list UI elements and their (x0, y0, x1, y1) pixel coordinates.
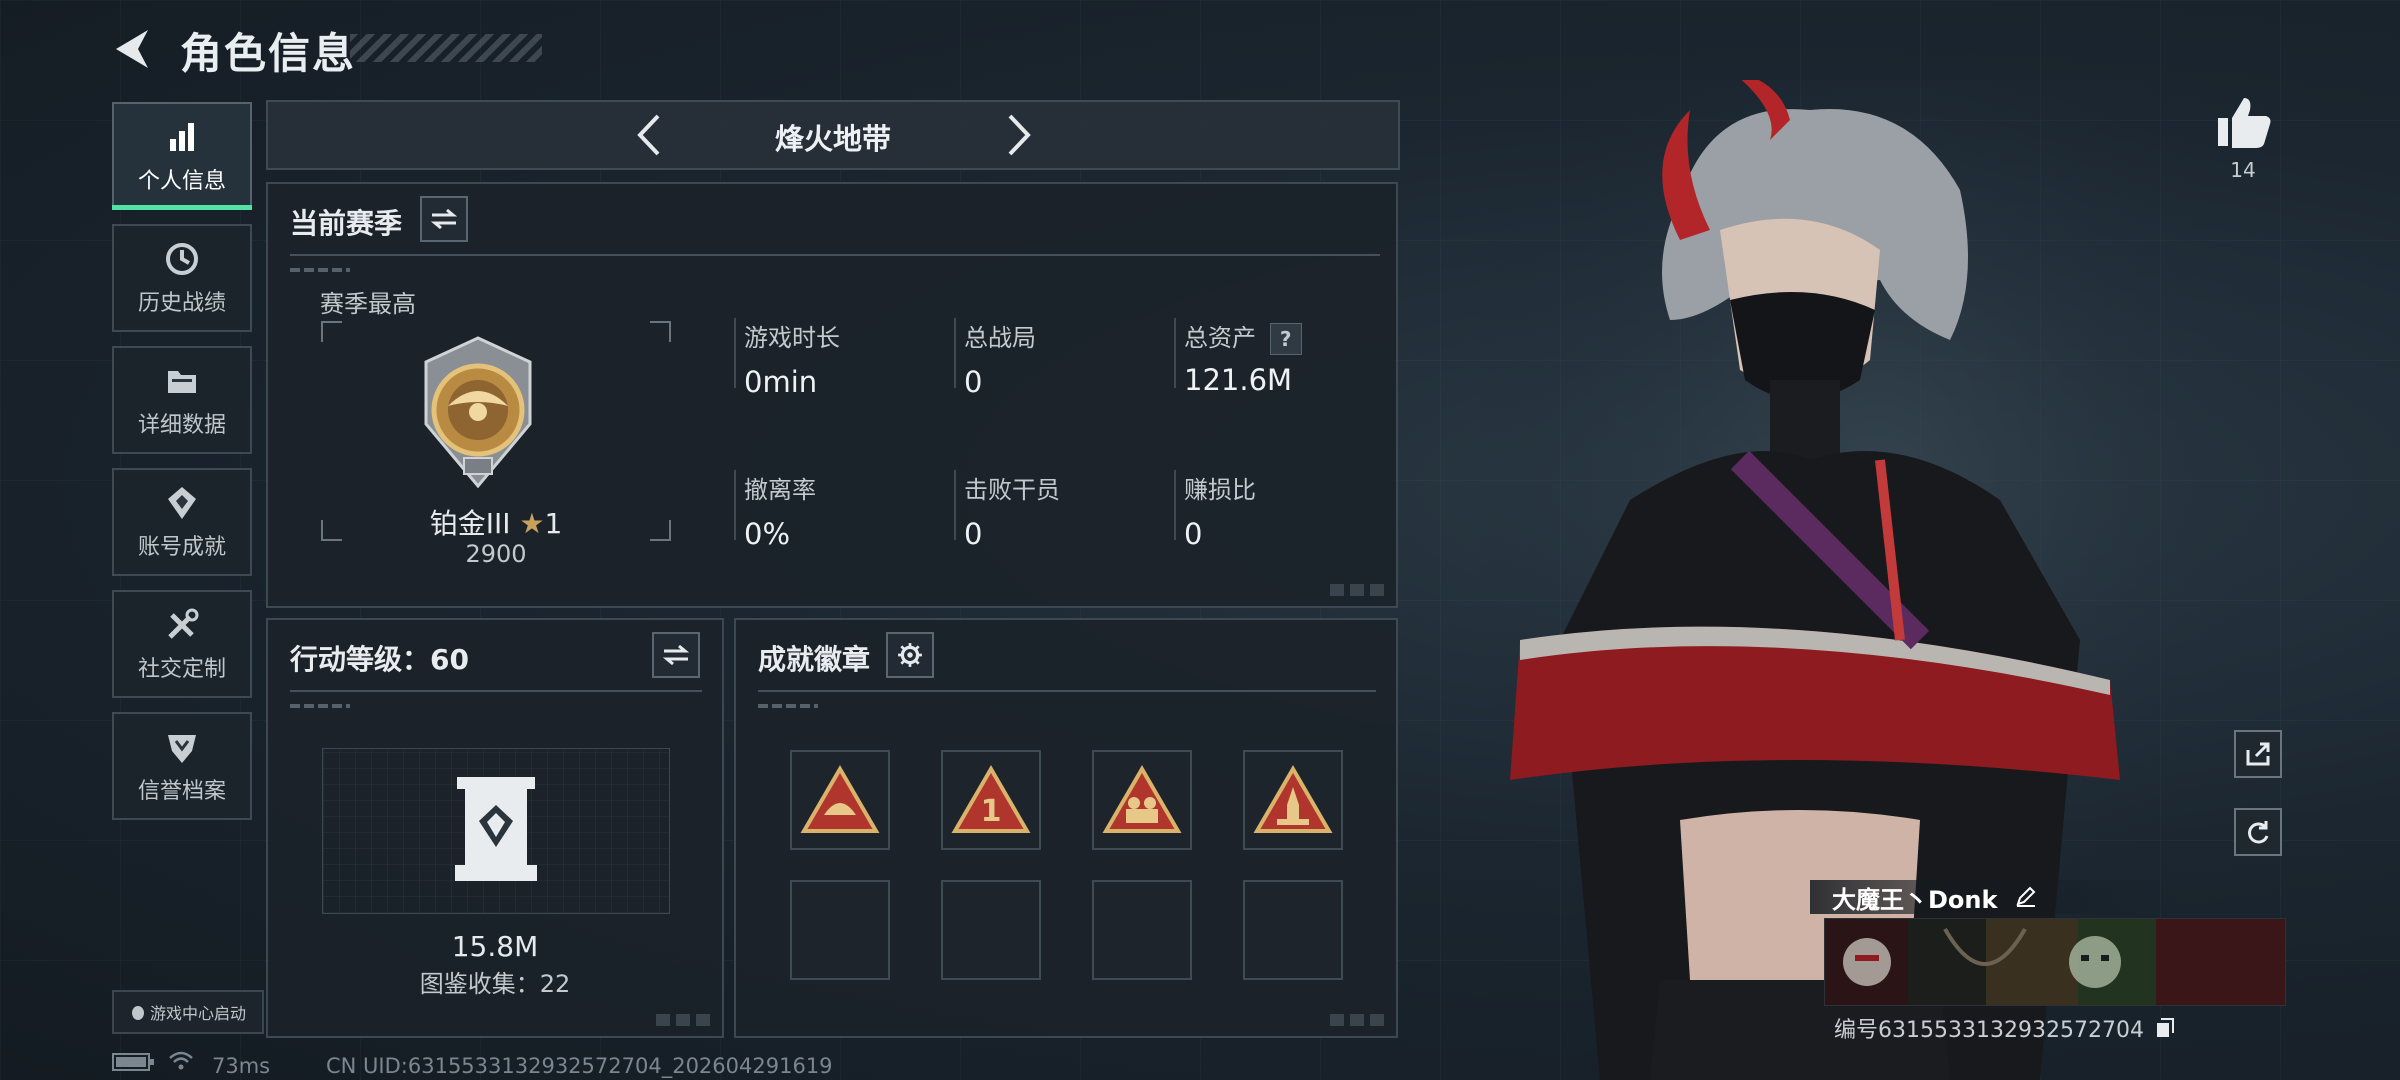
achievement-icon (168, 487, 196, 519)
gear-icon (898, 643, 922, 667)
player-banner (1824, 918, 2286, 1006)
help-icon[interactable]: ? (1269, 323, 1302, 355)
thumbs-up-icon (2218, 98, 2271, 148)
stat-total-assets: 总资产 ? 121.6M (1174, 318, 1302, 397)
sidebar-item-label: 信誉档案 (137, 779, 226, 804)
sidebar-item-personal-info[interactable]: 个人信息 (112, 102, 252, 210)
stat-total-matches: 总战局 0 (954, 318, 1036, 399)
next-map-button[interactable] (996, 112, 1040, 158)
rank-medal-icon (424, 336, 532, 488)
stat-play-time: 游戏时长 0min (734, 318, 840, 399)
achievement-badges-panel: 成就徽章 1 (734, 618, 1398, 1038)
player-id: 编号6315533132932572704 (1834, 1012, 2175, 1045)
refresh-button[interactable] (2234, 808, 2282, 856)
rank-name: 铂金III (429, 507, 511, 540)
bar-chart-icon (170, 123, 194, 151)
history-icon (166, 243, 198, 275)
action-level-panel: 行动等级：60 15.8M 图鉴收集：22 (266, 618, 724, 1038)
edit-name-icon[interactable] (2014, 884, 2038, 914)
penguin-icon (131, 1006, 144, 1020)
collection-case-icon (455, 777, 537, 881)
sidebar-item-label: 详细数据 (137, 413, 226, 438)
section-title: 成就徽章 (758, 643, 871, 676)
swap-icon (430, 208, 458, 230)
folder-icon (168, 371, 196, 393)
share-button[interactable] (2234, 730, 2282, 778)
season-best-label: 赛季最高 (320, 290, 416, 318)
sidebar-item-label: 账号成就 (137, 535, 226, 560)
game-center-launch-button[interactable]: 游戏中心启动 (112, 990, 264, 1034)
like-button[interactable] (2212, 94, 2274, 150)
badge-helmet-icon (800, 765, 880, 833)
map-selector: 烽火地带 (266, 100, 1400, 170)
title-decoration (350, 34, 542, 62)
back-arrow-icon (116, 30, 148, 68)
badge-slot[interactable] (1243, 750, 1343, 850)
sidebar-item-reputation[interactable]: 信誉档案 (112, 712, 252, 820)
shield-icon (168, 735, 196, 763)
stat-extract-rate: 撤离率 0% (734, 470, 816, 551)
chevron-right-icon (1008, 114, 1031, 156)
badge-slot[interactable] (1092, 750, 1192, 850)
badge-slot[interactable]: 1 (941, 750, 1041, 850)
tools-icon (168, 608, 199, 639)
section-title: 当前赛季 (290, 207, 403, 240)
badge-slot-empty[interactable] (1243, 880, 1343, 980)
sidebar-item-label: 个人信息 (137, 169, 226, 194)
sidebar-item-label: 社交定制 (137, 657, 226, 682)
battery-icon (112, 1052, 156, 1077)
uid-text: CN UID:6315533132932572704_202604291619 (326, 1054, 833, 1078)
copy-icon[interactable] (2155, 1017, 2175, 1045)
star-icon: ★ (519, 507, 545, 540)
badge-slot-empty[interactable] (941, 880, 1041, 980)
share-icon (2246, 742, 2270, 766)
rank-stars: 1 (544, 507, 563, 540)
badge-first-icon: 1 (951, 765, 1031, 833)
badge-slot-empty[interactable] (790, 880, 890, 980)
page-title: 角色信息 (180, 29, 357, 78)
sidebar-item-achievements[interactable]: 账号成就 (112, 468, 252, 576)
stat-profit-ratio: 赚损比 0 (1174, 470, 1256, 551)
badge-rocket-icon (1253, 765, 1333, 833)
refresh-icon (2248, 821, 2269, 844)
badge-slot-empty[interactable] (1092, 880, 1192, 980)
badge-squad-icon (1102, 765, 1182, 833)
rank-score: 2900 (465, 540, 527, 568)
player-name: 大魔王丶Donk (1832, 880, 2038, 915)
sidebar-item-social[interactable]: 社交定制 (112, 590, 252, 698)
current-season-panel: 当前赛季 赛季最高 铂金III ★1 2900 游戏时长 0min 总战局 0 (266, 182, 1398, 608)
badge-slot[interactable] (790, 750, 890, 850)
swap-icon (662, 644, 690, 666)
sidebar-item-detail-data[interactable]: 详细数据 (112, 346, 252, 454)
switch-level-button[interactable] (652, 632, 700, 678)
back-button[interactable] (108, 26, 154, 72)
rank-display: 铂金III ★1 (320, 502, 672, 542)
like-count: 14 (2230, 158, 2256, 182)
section-title: 行动等级：60 (290, 643, 469, 676)
collection-preview (322, 748, 670, 914)
sidebar-item-label: 历史战绩 (137, 291, 226, 316)
ping-value: 73ms (212, 1054, 271, 1078)
map-name: 烽火地带 (774, 122, 891, 156)
sidebar-item-history[interactable]: 历史战绩 (112, 224, 252, 332)
switch-season-button[interactable] (420, 196, 468, 242)
svg-text:1: 1 (981, 794, 1002, 829)
wifi-icon (168, 1050, 194, 1077)
stat-operators-defeated: 击败干员 0 (954, 470, 1060, 551)
collection-value: 15.8M (451, 930, 539, 963)
collection-count: 图鉴收集：22 (419, 970, 571, 998)
badge-settings-button[interactable] (886, 632, 934, 678)
